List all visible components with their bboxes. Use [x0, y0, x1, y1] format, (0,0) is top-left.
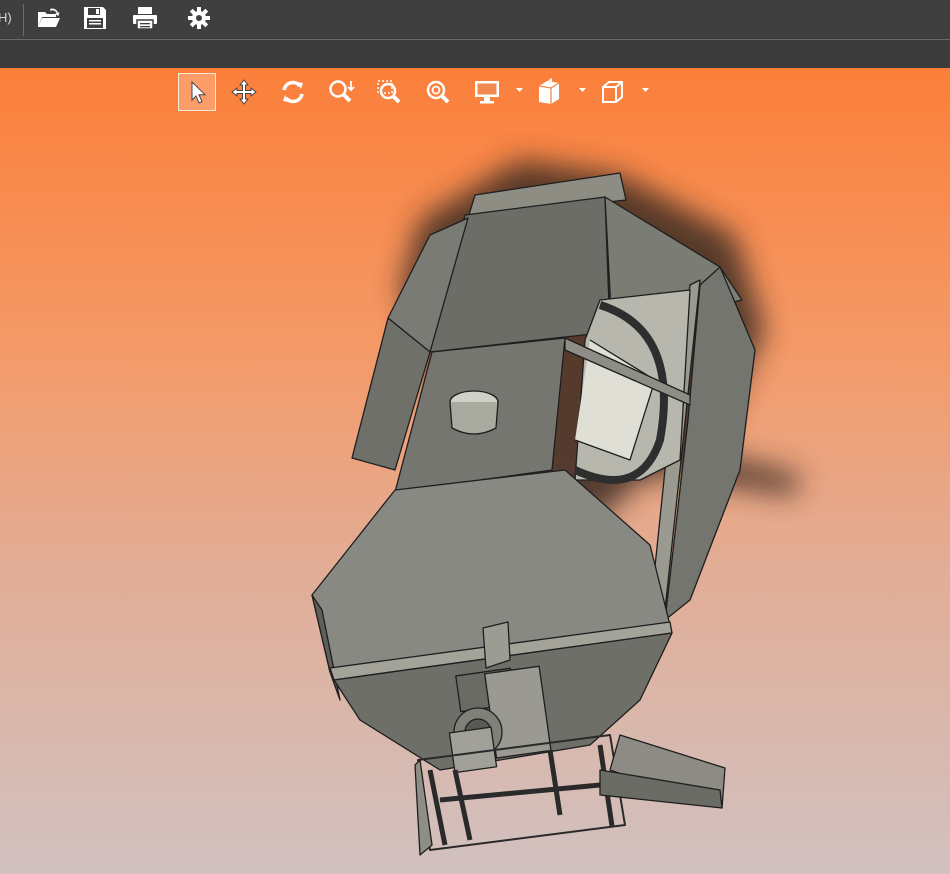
menu-fragment-label: H) [0, 10, 12, 25]
main-toolbar: H) [0, 0, 950, 40]
3d-model-render [311, 160, 800, 856]
open-folder-button[interactable] [33, 4, 65, 32]
toolbar-divider [23, 4, 24, 36]
settings-button[interactable] [183, 4, 215, 32]
save-button[interactable] [79, 4, 111, 32]
drive-shaft [482, 621, 511, 669]
print-icon [133, 7, 157, 30]
save-icon [84, 7, 106, 29]
print-button[interactable] [129, 4, 161, 32]
secondary-toolbar [0, 40, 950, 68]
gear-icon [188, 7, 210, 29]
folder-open-icon [38, 8, 60, 27]
3d-viewport[interactable] [0, 68, 950, 874]
